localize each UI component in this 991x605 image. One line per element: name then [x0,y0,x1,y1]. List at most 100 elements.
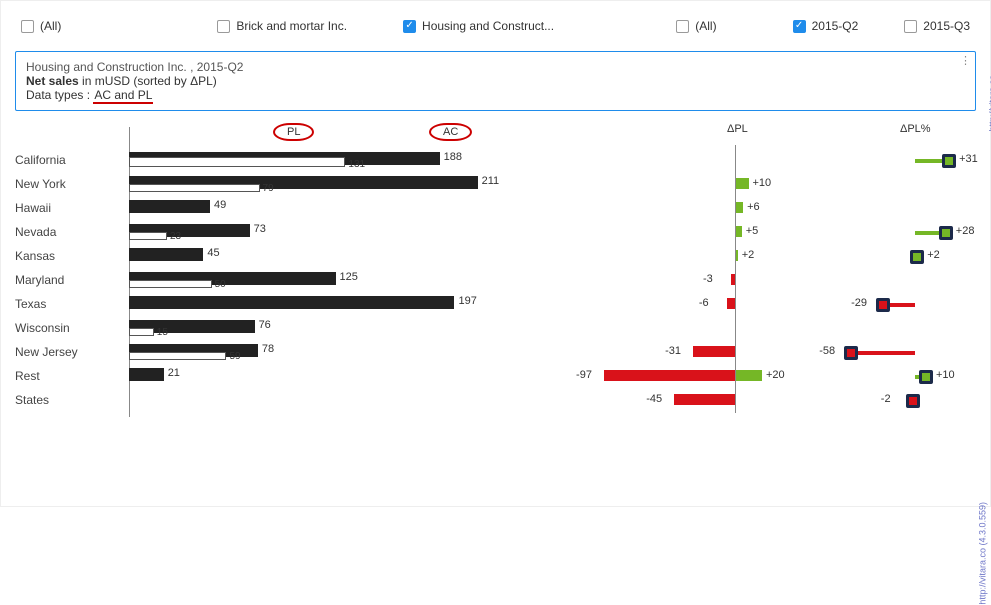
table-row: California 188 131 +31 [15,149,976,173]
checkbox-icon [676,20,689,33]
chart-header: ⋮ Housing and Construction Inc. , 2015-Q… [15,51,976,111]
table-row: Rest 21 -97 +20 +10 [15,365,976,389]
delta-pl-pct-marker [910,250,924,264]
delta-pl-bar [735,178,749,189]
filter-bar: (All) Brick and mortar Inc. Housing and … [15,11,976,41]
pl-column-label: PL [273,123,314,141]
pl-secondary-value: 23 [170,231,181,242]
filter-2015-q2[interactable]: 2015-Q2 [793,19,859,33]
table-row: Hawaii49+6 [15,197,976,221]
table-row: Wisconsin 76 15 [15,317,976,341]
menu-dots-icon[interactable]: ⋮ [960,54,972,67]
table-row: New Jersey 78 59 -31 -58 [15,341,976,365]
table-row: New York21179+10 [15,173,976,197]
filter-all-companies[interactable]: (All) [21,19,61,33]
delta-pl-bar [693,346,735,357]
table-row: Kansas 45 +2 +2 [15,245,976,269]
ac-value: 49 [214,199,226,211]
filter-2015-q3[interactable]: 2015-Q3 [904,19,970,33]
ac-value: 188 [444,151,462,163]
ac-value: 21 [168,367,180,379]
delta-pl-pct-marker [942,154,956,168]
variance-chart: PL AC ΔPL ΔPL% California 188 131 +31 New Yo… [15,127,976,417]
ac-bar [129,296,454,309]
filter-housing[interactable]: Housing and Construct... [403,19,554,33]
delta-pl-value: +5 [746,225,759,237]
category-label: New Jersey [15,345,115,359]
delta-pl-pct-marker [939,226,953,240]
delta-pl-bar [735,370,762,381]
category-label: New York [15,177,115,191]
chart-rows: California 188 131 +31 New York 211 79 +10 Hawai… [15,149,976,413]
ac-value: 73 [254,223,266,235]
category-label: California [15,153,115,167]
checkbox-icon [21,20,34,33]
delta-pl-pct-value: +2 [927,249,940,261]
header-line-3: Data types : AC and PL [26,88,965,102]
category-label: Texas [15,297,115,311]
table-row: States -45 -2 [15,389,976,413]
category-label: States [15,393,115,407]
delta-pl-label: ΔPL [727,123,748,135]
pl-secondary-value: 59 [229,351,240,362]
category-label: Kansas [15,249,115,263]
pl-bar-secondary [129,352,226,360]
pl-secondary-value: 79 [263,183,274,194]
delta-pl-pct-bar [851,351,915,355]
pl-bar-secondary [129,232,167,240]
header-line-2: Net sales in mUSD (sorted by ΔPL) [26,74,965,88]
category-label: Wisconsin [15,321,115,335]
category-label: Hawaii [15,201,115,215]
ac-bar [129,368,164,381]
delta-pl-value: -6 [699,297,709,309]
delta-pl-pct-value: +31 [959,153,978,165]
table-row: Nevada7323+5+28 [15,221,976,245]
filter-all-quarters[interactable]: (All) [676,19,716,33]
checkbox-icon [403,20,416,33]
table-row: Maryland12550-3 [15,269,976,293]
category-label: Rest [15,369,115,383]
pl-bar-secondary [129,280,212,288]
pl-value: 131 [348,159,365,170]
delta-pl-pct-marker [876,298,890,312]
delta-pl-pct-value: -58 [819,345,835,357]
delta-pl-bar [604,370,735,381]
ac-value: 45 [207,247,219,259]
pl-bar-secondary [129,184,260,192]
column-headers: PL AC ΔPL ΔPL% [15,127,976,145]
delta-pl-value: +20 [766,369,785,381]
checkbox-icon [793,20,806,33]
category-label: Maryland [15,273,115,287]
ac-value: 211 [482,175,500,187]
delta-pl-value: -3 [703,273,713,285]
delta-pl-bar [735,202,743,213]
ac-column-label: AC [429,123,472,141]
delta-pl-pct-value: -29 [851,297,867,309]
ac-value: 76 [259,319,271,331]
delta-pl-pct-value: -2 [881,393,891,405]
delta-pl-value: -31 [665,345,681,357]
checkbox-icon [217,20,230,33]
delta-pl-pct-value: +10 [936,369,955,381]
delta-pl-bar [674,394,735,405]
filter-brick-mortar[interactable]: Brick and mortar Inc. [217,19,347,33]
pl-secondary-value: 15 [157,327,168,338]
delta-pl-pct-marker [844,346,858,360]
delta-pl-value: -45 [646,393,662,405]
category-label: Nevada [15,225,115,239]
ac-value: 78 [262,343,274,355]
pl-bar-secondary [129,328,154,336]
checkbox-icon [904,20,917,33]
delta-pl-value: -97 [576,369,592,381]
delta-pl-pct-label: ΔPL% [900,123,931,135]
watermark-link-bottom[interactable]: http://vitara.co (4.3.0.559) [978,502,988,605]
delta-pl-bar [735,226,742,237]
pl-bar [129,157,345,167]
ac-value: 197 [458,295,476,307]
delta-pl-pct-marker [906,394,920,408]
delta-pl-value: +2 [742,249,755,261]
ac-bar [129,248,203,261]
table-row: Texas 197 -6 -29 [15,293,976,317]
header-line-1: Housing and Construction Inc. , 2015-Q2 [26,60,965,74]
delta-pl-bar [727,298,735,309]
